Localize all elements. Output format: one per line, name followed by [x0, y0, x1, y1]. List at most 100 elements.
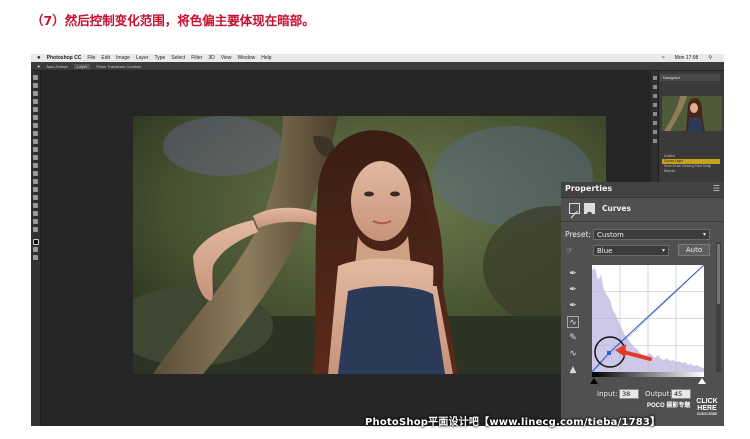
smooth-curve-icon[interactable]: ∿	[567, 348, 579, 360]
navigator-panel-tab[interactable]: Navigator	[660, 74, 720, 81]
crop-tool-icon[interactable]	[33, 107, 38, 112]
move-tool-icon[interactable]: ✚	[37, 64, 40, 69]
gray-eyedropper-icon[interactable]: ✒	[567, 284, 579, 296]
channel-value: Blue	[597, 247, 613, 255]
layers-panel-icon[interactable]	[653, 103, 657, 107]
move-tool-icon[interactable]	[33, 75, 38, 80]
menu-view[interactable]: View	[221, 55, 232, 61]
tools-panel	[31, 71, 41, 426]
channels-panel-icon[interactable]	[653, 112, 657, 116]
screen-mode-icon[interactable]	[33, 255, 38, 260]
pen-tool-icon[interactable]	[33, 187, 38, 192]
menu-image[interactable]: Image	[116, 55, 130, 61]
adjustments-panel-icon[interactable]	[653, 94, 657, 98]
white-point-slider[interactable]	[698, 378, 706, 384]
blur-tool-icon[interactable]	[33, 171, 38, 176]
properties-panel-icon[interactable]	[653, 139, 657, 143]
history-item[interactable]: Bisector	[662, 169, 720, 174]
properties-title-bar[interactable]: Properties ☰	[561, 182, 724, 198]
history-panel-icon[interactable]	[653, 130, 657, 134]
auto-button[interactable]: Auto	[678, 244, 710, 256]
chevron-down-icon: ▾	[661, 247, 665, 254]
menu-type[interactable]: Type	[154, 55, 165, 61]
shape-tool-icon[interactable]	[33, 211, 38, 216]
pencil-tool-icon[interactable]: ✎	[567, 332, 579, 344]
chevron-down-icon: ▾	[702, 231, 706, 238]
click-here-badge[interactable]: CLICK HERE SUBSCRIBE	[693, 398, 721, 417]
preset-value: Custom	[597, 231, 624, 239]
stamp-tool-icon[interactable]	[33, 139, 38, 144]
here-label: HERE	[697, 405, 717, 412]
mac-menubar: ● Photoshop CC File Edit Image Layer Typ…	[31, 54, 724, 62]
gradient-tool-icon[interactable]	[33, 163, 38, 168]
scroll-thumb[interactable]	[717, 244, 720, 304]
type-tool-icon[interactable]	[33, 195, 38, 200]
hand-tool-icon[interactable]	[33, 219, 38, 224]
menu-select[interactable]: Select	[171, 55, 185, 61]
show-transform-checkbox[interactable]: Show Transform Controls	[96, 64, 141, 69]
path-select-tool-icon[interactable]	[33, 203, 38, 208]
marquee-tool-icon[interactable]	[33, 83, 38, 88]
apple-icon[interactable]: ●	[37, 55, 41, 61]
menu-edit[interactable]: Edit	[101, 55, 110, 61]
curves-graph-svg	[591, 264, 705, 373]
menu-3d[interactable]: 3D	[208, 55, 214, 61]
eraser-tool-icon[interactable]	[33, 155, 38, 160]
quick-select-tool-icon[interactable]	[33, 99, 38, 104]
black-eyedropper-icon[interactable]: ✒	[567, 268, 579, 280]
brush-tool-icon[interactable]	[33, 131, 38, 136]
hamburger-icon[interactable]: ☰	[713, 184, 720, 193]
history-brush-tool-icon[interactable]	[33, 147, 38, 152]
color-panel-icon[interactable]	[653, 76, 657, 80]
menu-app-name[interactable]: Photoshop CC	[47, 55, 82, 61]
dodge-tool-icon[interactable]	[33, 179, 38, 184]
properties-panel: Properties ☰ Curves Preset: Custom ▾ ☞ B…	[561, 182, 724, 426]
adjustment-header: Curves	[561, 200, 724, 219]
portrait-photo[interactable]	[133, 116, 606, 374]
healing-tool-icon[interactable]	[33, 123, 38, 128]
menu-help[interactable]: Help	[261, 55, 271, 61]
wifi-icon: ≈	[661, 55, 665, 61]
layer-mask-icon[interactable]	[584, 203, 595, 218]
history-list: Untitled Curves Layer Move Brush Clearin…	[662, 154, 720, 184]
portrait-illustration	[133, 116, 606, 374]
channel-dropdown[interactable]: Blue ▾	[593, 245, 669, 256]
curve-control-point[interactable]	[607, 351, 611, 355]
curves-adjustment-icon[interactable]	[569, 203, 580, 219]
options-bar: ✚ Auto-Select: Layer Show Transform Cont…	[31, 62, 724, 71]
paths-panel-icon[interactable]	[653, 121, 657, 125]
output-value-field[interactable]: 45	[671, 389, 691, 399]
white-eyedropper-icon[interactable]: ✒	[567, 300, 579, 312]
menu-filter[interactable]: Filter	[191, 55, 202, 61]
menu-layer[interactable]: Layer	[136, 55, 149, 61]
auto-select-dropdown[interactable]: Layer	[74, 63, 91, 69]
eyedropper-tool-icon[interactable]	[33, 115, 38, 120]
divider	[561, 221, 724, 222]
step-caption: （7）然后控制变化范围，将色偏主要体现在暗部。	[31, 13, 315, 28]
curves-graph[interactable]	[591, 264, 705, 373]
quick-mask-icon[interactable]	[33, 247, 38, 252]
target-adjust-hand-icon[interactable]: ☞	[566, 246, 573, 255]
zoom-tool-icon[interactable]	[33, 227, 38, 232]
watermark-text: PhotoShop平面设计吧【www.linecg.com/tieba/1783…	[365, 417, 661, 428]
foreground-color-icon[interactable]	[33, 239, 39, 245]
menu-file[interactable]: File	[87, 55, 95, 61]
lasso-tool-icon[interactable]	[33, 91, 38, 96]
preset-label: Preset:	[565, 230, 591, 239]
input-gradient-bar	[592, 372, 704, 377]
properties-scrollbar[interactable]	[716, 242, 721, 372]
preset-dropdown[interactable]: Custom ▾	[593, 229, 710, 240]
menu-window[interactable]: Window	[237, 55, 255, 61]
navigator-preview	[662, 96, 722, 131]
input-value-field[interactable]: 38	[619, 389, 639, 399]
navigator-thumbnail[interactable]	[662, 96, 722, 131]
swatches-panel-icon[interactable]	[653, 85, 657, 89]
clipping-warning-icon[interactable]: ▲	[567, 364, 579, 376]
input-label: Input:	[597, 390, 618, 398]
clock: Mon 17:08	[674, 55, 699, 61]
black-point-slider[interactable]	[590, 378, 598, 384]
auto-select-label: Auto-Select:	[46, 63, 69, 69]
curve-point-tool-icon[interactable]: ∿	[567, 316, 579, 328]
poco-logo: POCO 摄影专题	[647, 403, 691, 409]
search-icon[interactable]: ⚲	[708, 55, 712, 61]
